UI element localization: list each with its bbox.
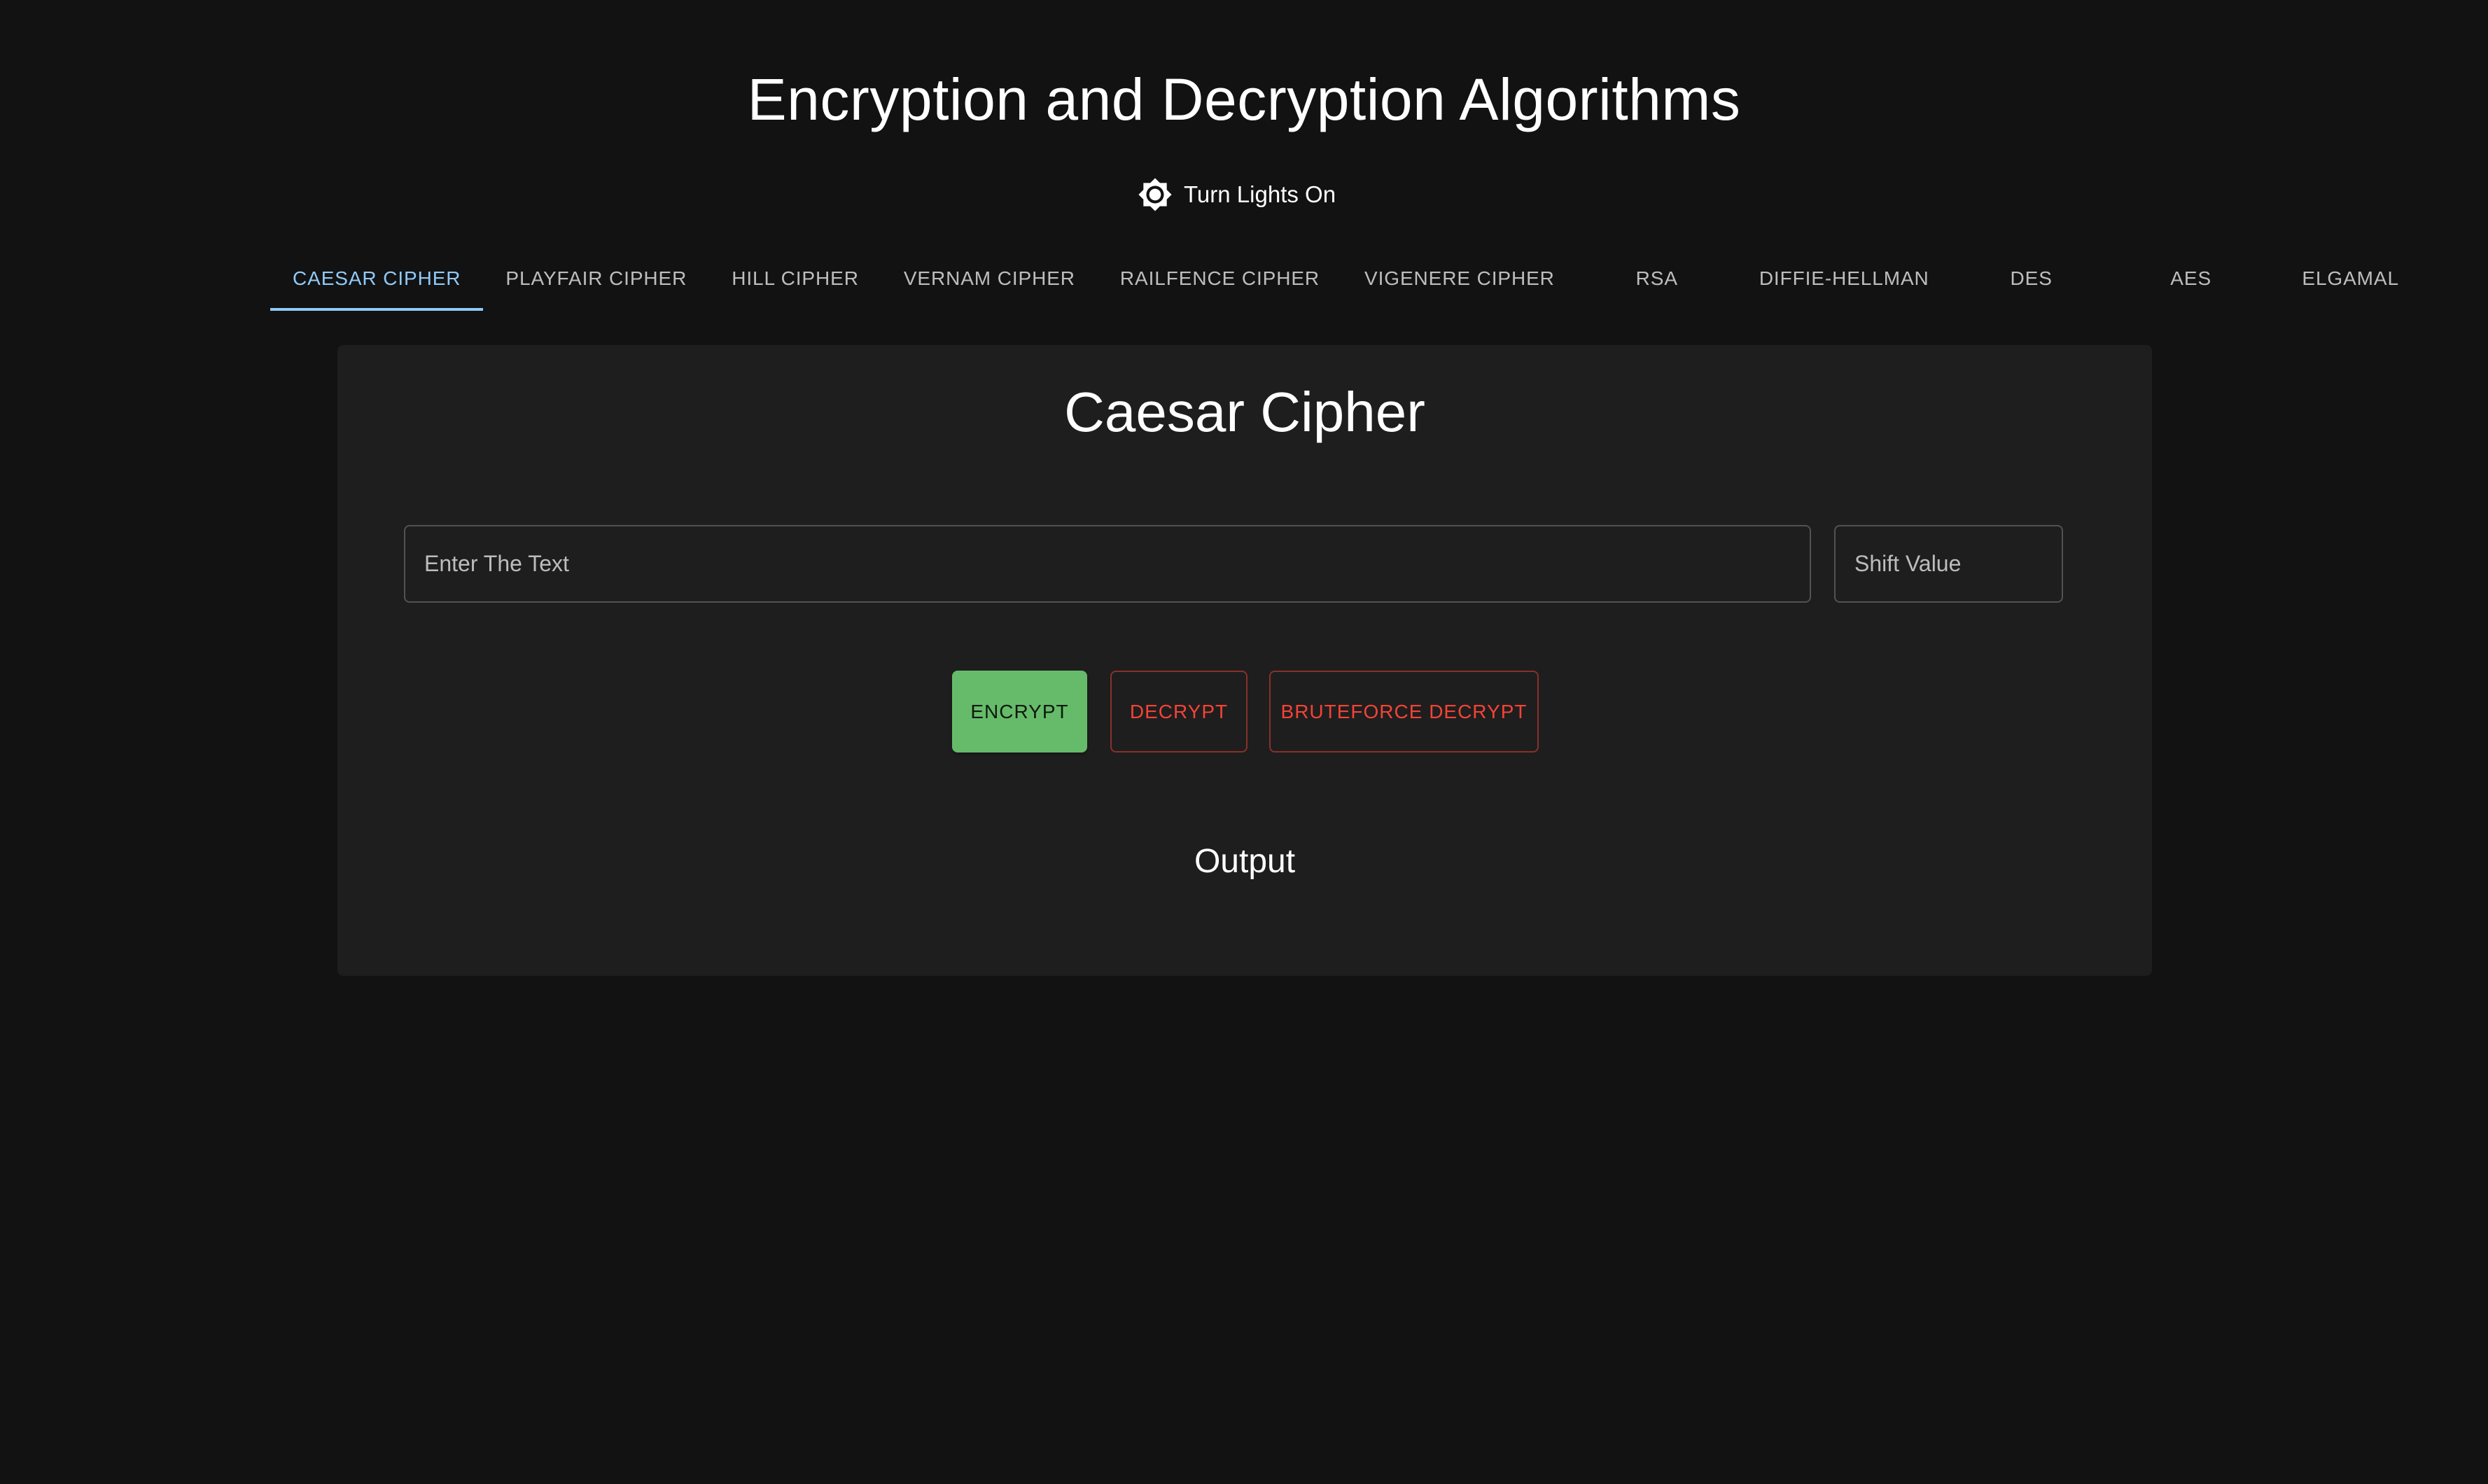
algorithm-tabs: CAESAR CIPHER PLAYFAIR CIPHER HILL CIPHE…: [270, 249, 2431, 314]
decrypt-button[interactable]: DECRYPT: [1110, 671, 1248, 752]
tab-caesar-cipher[interactable]: CAESAR CIPHER: [270, 249, 484, 311]
tab-playfair-cipher[interactable]: PLAYFAIR CIPHER: [483, 249, 709, 311]
tab-vigenere-cipher[interactable]: VIGENERE CIPHER: [1342, 249, 1577, 311]
tab-aes[interactable]: AES: [2111, 249, 2271, 311]
tab-hill-cipher[interactable]: HILL CIPHER: [709, 249, 881, 311]
tab-elgamal[interactable]: ELGAMAL: [2271, 249, 2431, 311]
panel-title: Caesar Cipher: [1064, 381, 1425, 443]
brightness-icon: [1138, 178, 1172, 211]
tab-vernam-cipher[interactable]: VERNAM CIPHER: [881, 249, 1098, 311]
tab-rsa[interactable]: RSA: [1577, 249, 1737, 311]
output-heading: Output: [1194, 843, 1296, 880]
tab-diffie-hellman[interactable]: DIFFIE-HELLMAN: [1737, 249, 1952, 311]
shift-value-input[interactable]: [1834, 525, 2063, 603]
tab-railfence-cipher[interactable]: RAILFENCE CIPHER: [1098, 249, 1342, 311]
cipher-panel: Caesar Cipher ENCRYPT DECRYPT BRUTEFORCE…: [337, 345, 2152, 976]
encrypt-button[interactable]: ENCRYPT: [952, 671, 1087, 752]
theme-toggle-label: Turn Lights On: [1184, 181, 1336, 207]
text-input[interactable]: [404, 525, 1811, 603]
theme-toggle-button[interactable]: Turn Lights On: [1138, 175, 1336, 214]
bruteforce-decrypt-button[interactable]: BRUTEFORCE DECRYPT: [1269, 671, 1539, 752]
tab-des[interactable]: DES: [1952, 249, 2111, 311]
page-title: Encryption and Decryption Algorithms: [747, 66, 1741, 132]
